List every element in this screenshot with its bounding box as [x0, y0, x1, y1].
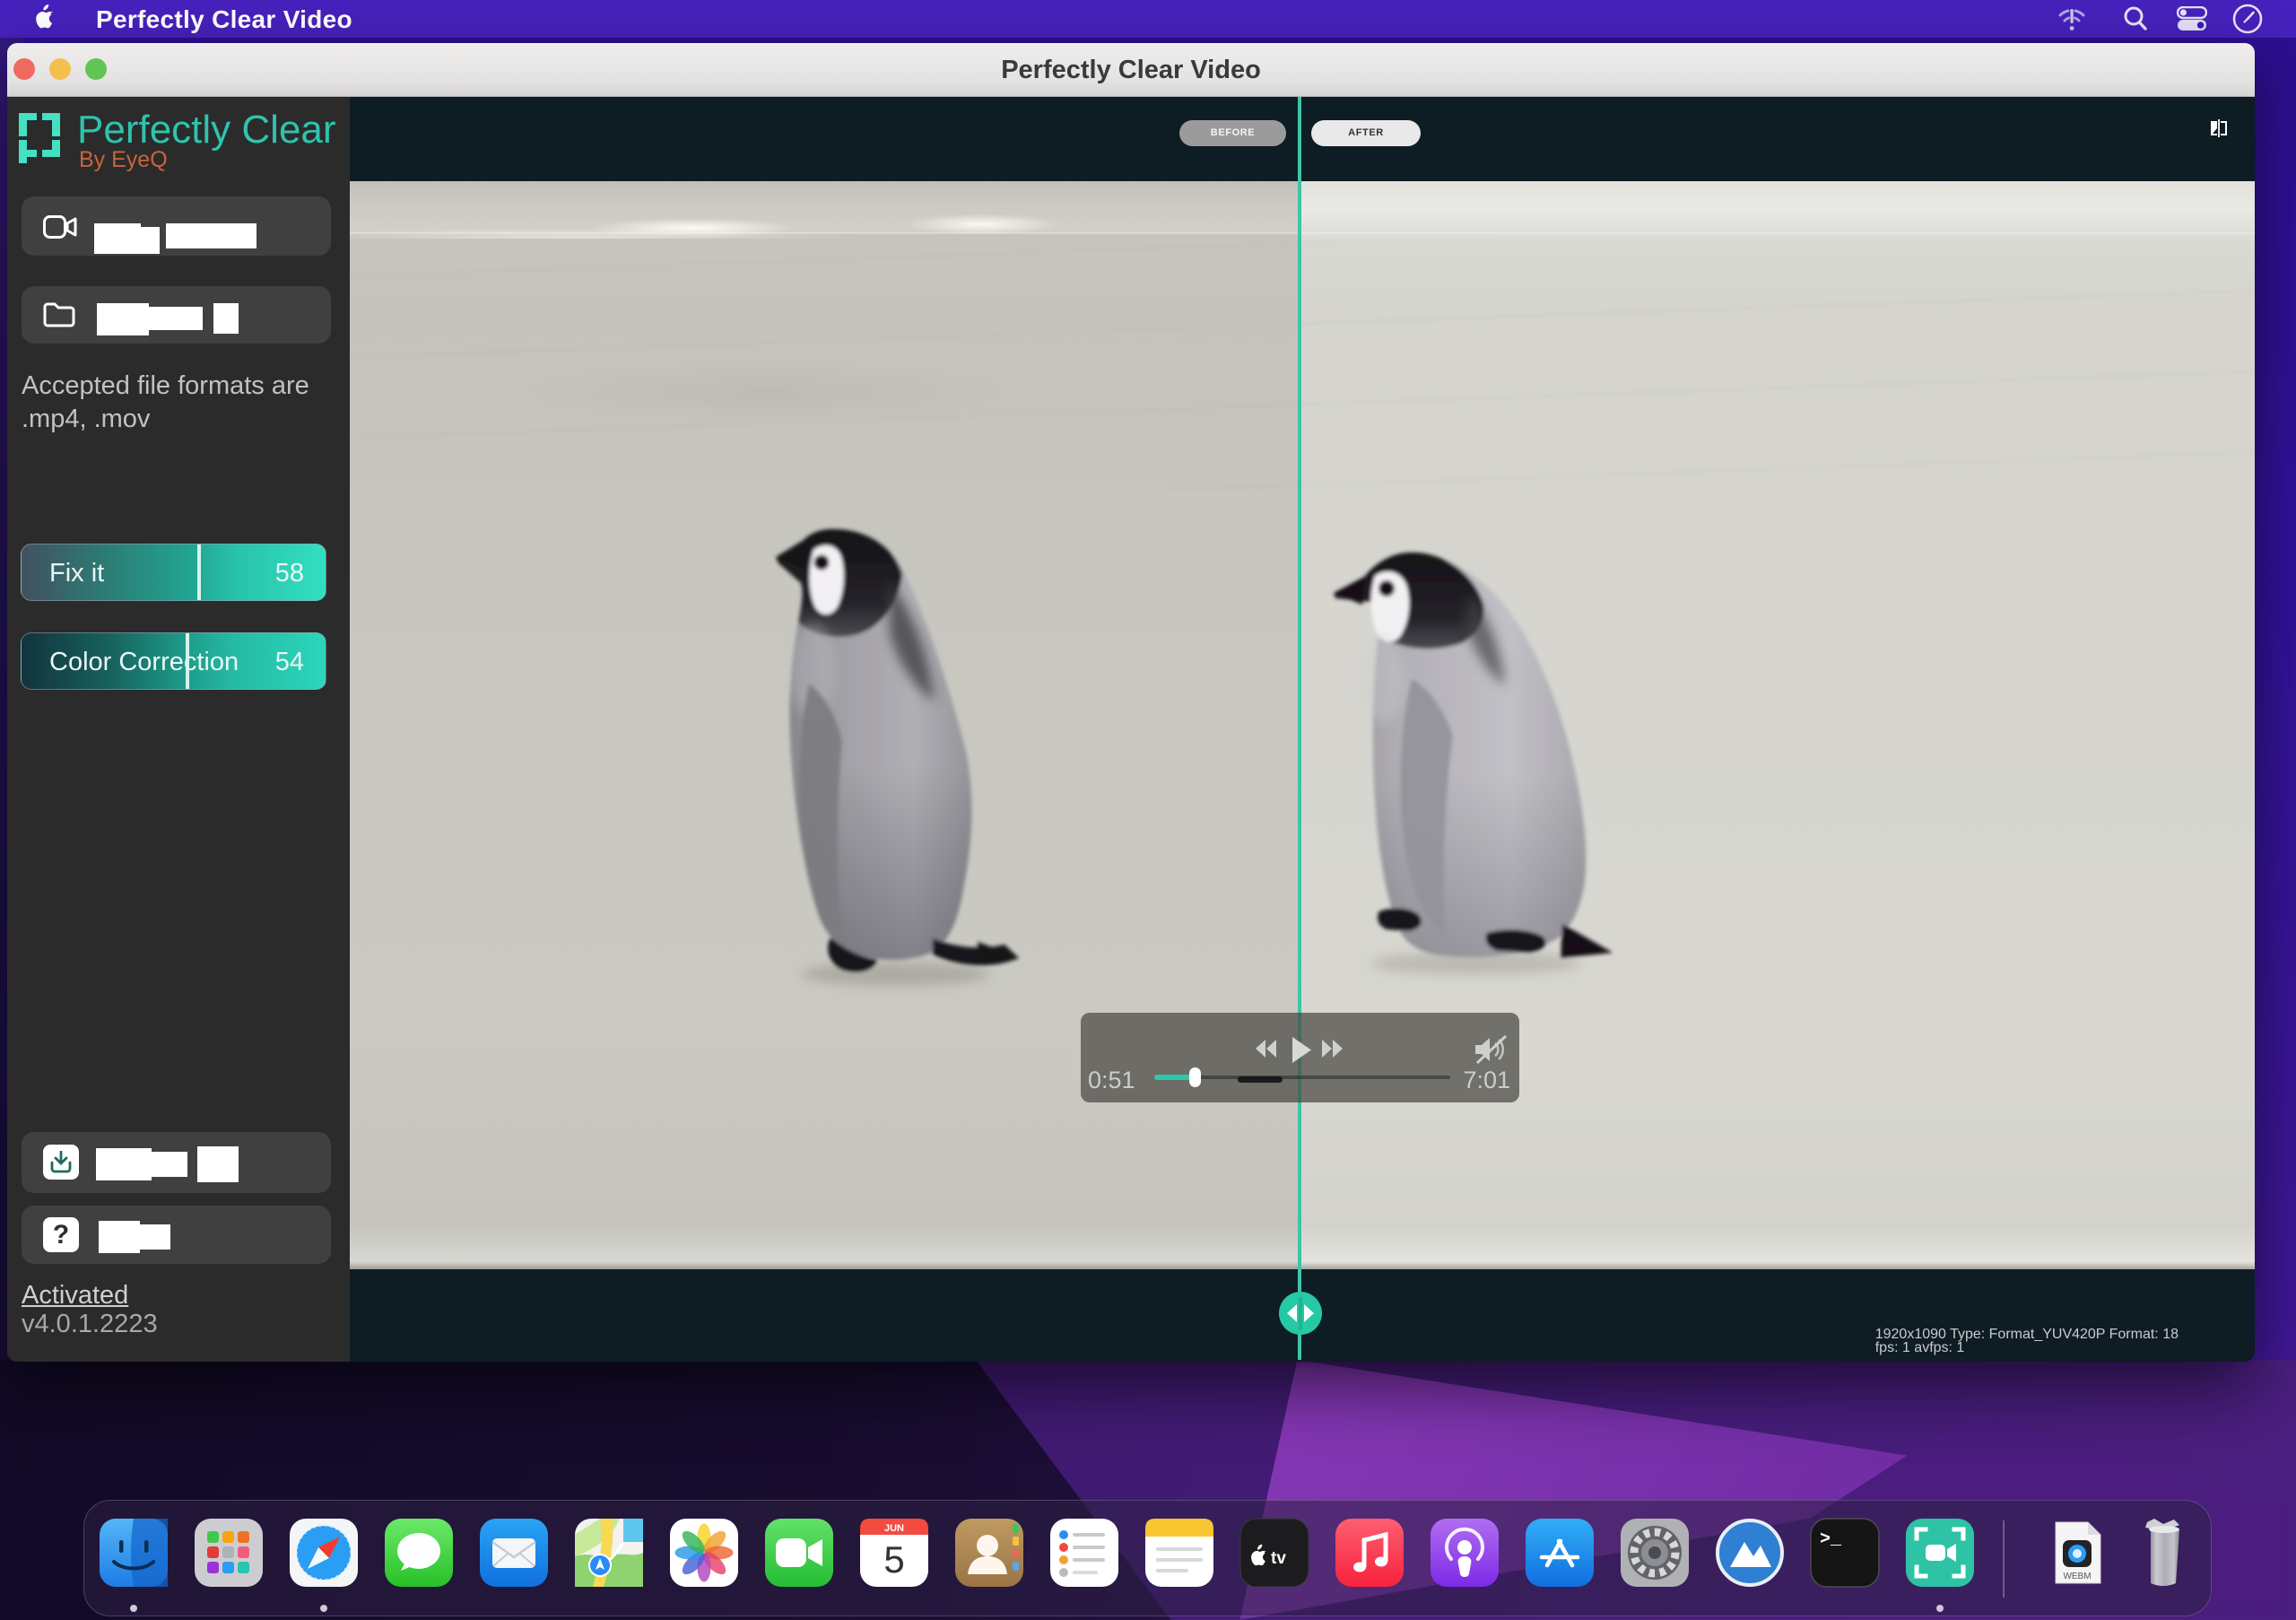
svg-text:5: 5	[883, 1538, 904, 1581]
svg-text:WEBM: WEBM	[2063, 1572, 2091, 1581]
svg-text:>_: >_	[1820, 1529, 1842, 1550]
svg-text:JUN: JUN	[884, 1523, 904, 1534]
svg-text:tv: tv	[1271, 1549, 1286, 1568]
